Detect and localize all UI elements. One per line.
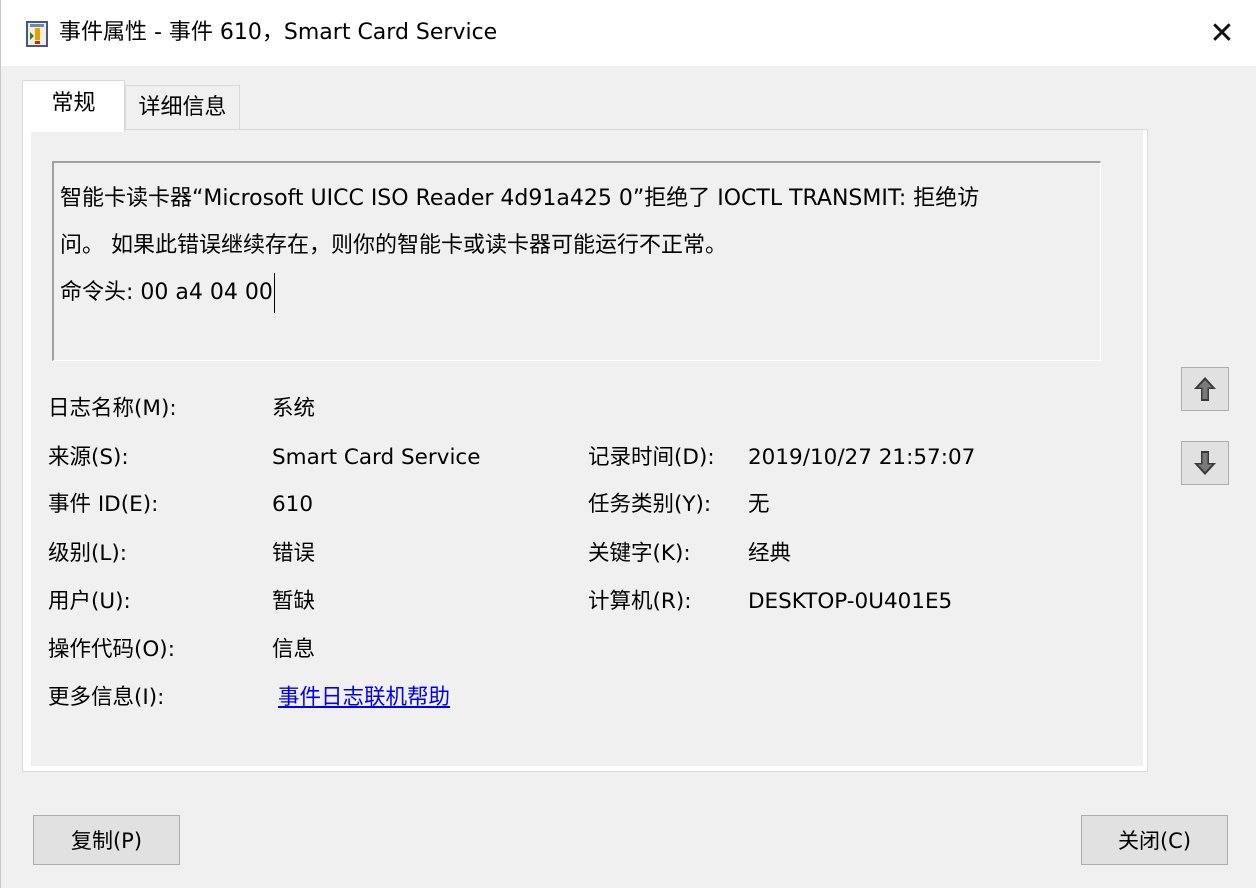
opcode-label: 操作代码(O): — [48, 637, 175, 662]
source-label: 来源(S): — [48, 445, 129, 470]
copy-button[interactable]: 复制(P) — [33, 815, 180, 865]
tab-general[interactable]: 常规 — [22, 80, 125, 132]
more-info-label: 更多信息(I): — [48, 685, 165, 710]
event-description-textbox[interactable]: 智能卡读卡器“Microsoft UICC ISO Reader 4d91a42… — [52, 161, 1101, 361]
log-name-value: 系统 — [272, 396, 316, 421]
next-event-button[interactable] — [1181, 441, 1229, 485]
source-value: Smart Card Service — [272, 445, 481, 470]
logged-label: 记录时间(D): — [588, 445, 715, 470]
description-line: 命令头: 00 a4 04 00 — [60, 269, 1092, 316]
description-line: 问。 如果此错误继续存在，则你的智能卡或读卡器可能运行不正常。 — [60, 233, 727, 258]
window-title: 事件属性 - 事件 610，Smart Card Service — [59, 20, 498, 45]
event-id-label: 事件 ID(E): — [48, 492, 159, 517]
logged-value: 2019/10/27 21:57:07 — [748, 445, 976, 470]
close-icon[interactable]: ✕ — [1187, 0, 1256, 66]
tab-details[interactable]: 详细信息 — [125, 85, 240, 130]
event-properties-window: 事件属性 - 事件 610，Smart Card Service ✕ 常规 详细… — [0, 0, 1256, 888]
user-value: 暂缺 — [272, 589, 316, 614]
title-bar[interactable]: 事件属性 - 事件 610，Smart Card Service ✕ — [1, 0, 1256, 66]
keywords-value: 经典 — [748, 541, 792, 566]
log-name-label: 日志名称(M): — [48, 396, 177, 421]
previous-event-button[interactable] — [1181, 367, 1229, 411]
computer-value: DESKTOP-0U401E5 — [748, 589, 953, 614]
keywords-label: 关键字(K): — [588, 541, 691, 566]
arrow-down-icon — [1194, 451, 1216, 475]
opcode-value: 信息 — [272, 637, 316, 662]
task-category-value: 无 — [748, 492, 770, 517]
close-button[interactable]: 关闭(C) — [1081, 815, 1228, 865]
command-header-text: 命令头: 00 a4 04 00 — [60, 280, 273, 305]
text-caret — [273, 273, 275, 313]
level-label: 级别(L): — [48, 541, 127, 566]
online-help-link[interactable]: 事件日志联机帮助 — [278, 684, 450, 712]
description-line: 智能卡读卡器“Microsoft UICC ISO Reader 4d91a42… — [60, 186, 980, 211]
event-id-value: 610 — [272, 492, 314, 517]
arrow-up-icon — [1194, 377, 1216, 401]
event-viewer-icon — [26, 21, 48, 47]
task-category-label: 任务类别(Y): — [588, 492, 712, 517]
computer-label: 计算机(R): — [588, 589, 692, 614]
user-label: 用户(U): — [48, 589, 131, 614]
level-value: 错误 — [272, 541, 316, 566]
